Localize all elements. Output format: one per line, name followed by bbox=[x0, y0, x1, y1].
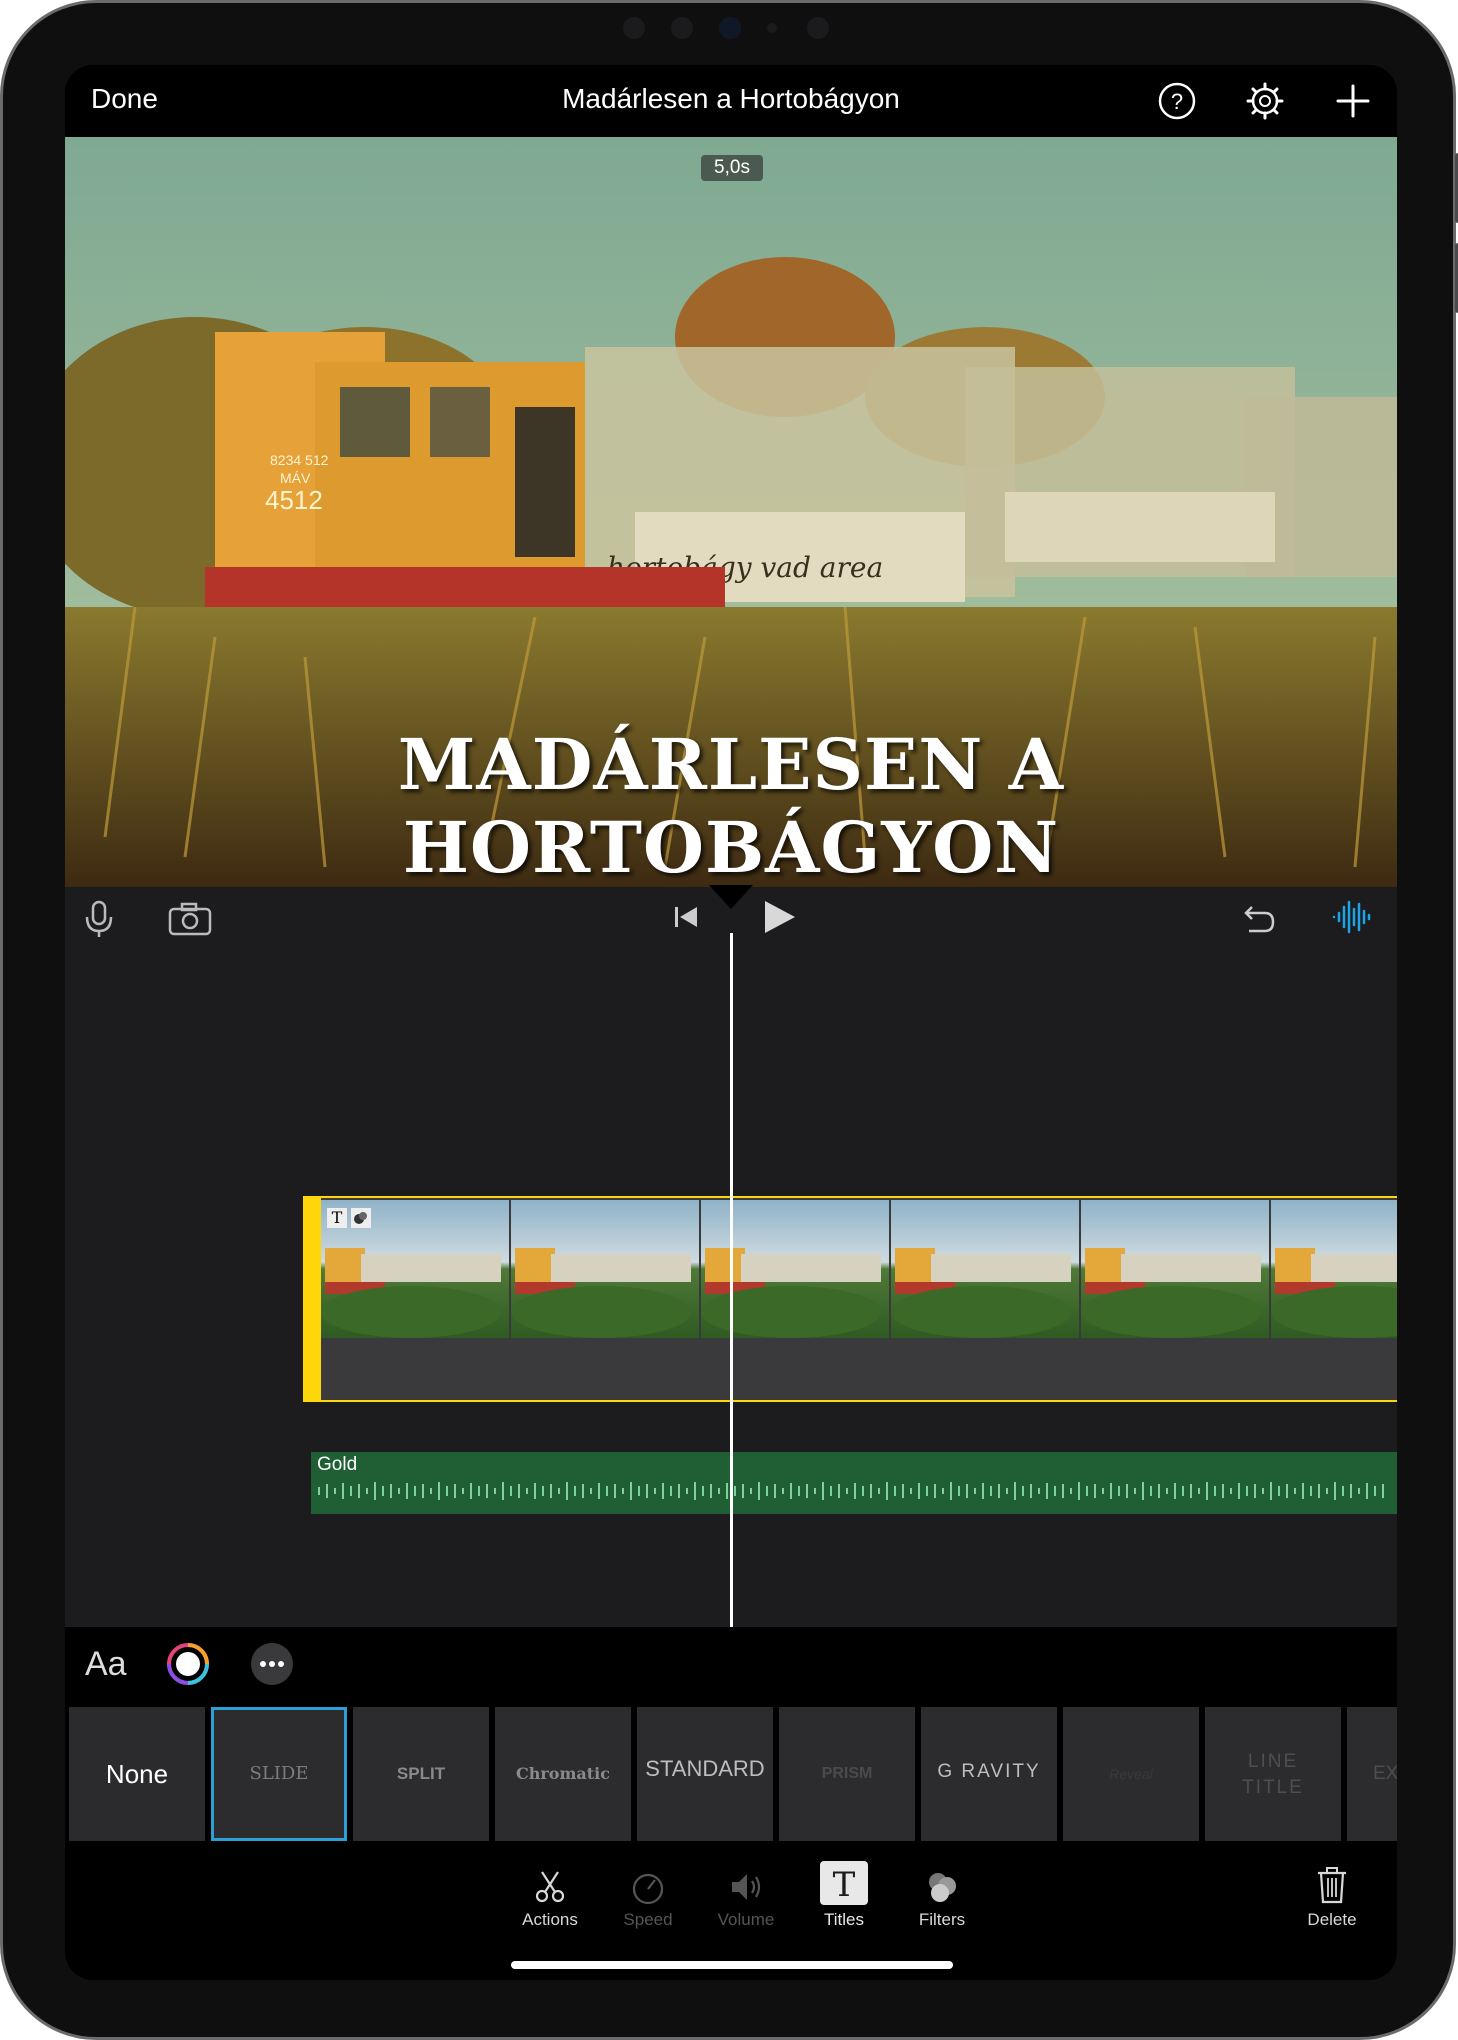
tool-titles-label: Titles bbox=[824, 1910, 864, 1929]
title-style-gravity[interactable]: G RAVITY bbox=[921, 1707, 1057, 1841]
title-style-strip: None SLIDE SPLIT Chromatic STANDARD PRIS… bbox=[65, 1701, 1397, 1841]
timeline-editor[interactable]: T Gold bbox=[65, 885, 1397, 1627]
camera-icon[interactable] bbox=[167, 901, 213, 937]
tool-filters[interactable]: Filters bbox=[897, 1869, 987, 1930]
tool-speed-label: Speed bbox=[623, 1910, 673, 1929]
tool-actions-label: Actions bbox=[522, 1910, 578, 1929]
title-style-prism[interactable]: PRISM bbox=[779, 1707, 915, 1841]
sensor-dot bbox=[623, 17, 645, 39]
audio-track[interactable]: Gold bbox=[311, 1452, 1397, 1514]
home-indicator[interactable] bbox=[511, 1961, 953, 1969]
tool-delete[interactable]: Delete bbox=[1287, 1865, 1377, 1930]
font-button[interactable]: Aa bbox=[85, 1645, 127, 1684]
front-camera bbox=[719, 17, 741, 39]
sensor-dot bbox=[671, 17, 693, 39]
settings-gear-icon[interactable] bbox=[1245, 81, 1285, 121]
trash-icon bbox=[1318, 1867, 1346, 1904]
scissors-icon bbox=[535, 1871, 565, 1903]
svg-text:?: ? bbox=[1171, 89, 1183, 114]
playhead-line[interactable] bbox=[730, 933, 733, 1627]
more-options-icon[interactable] bbox=[249, 1641, 295, 1687]
title-style-split[interactable]: SPLIT bbox=[353, 1707, 489, 1841]
top-navigation-bar: Done Madárlesen a Hortobágyon ? bbox=[65, 65, 1397, 137]
titles-t-icon: T bbox=[820, 1861, 868, 1905]
video-preview[interactable]: hortobágy vad area 8234 512 MÁV 4512 5,0… bbox=[65, 137, 1397, 887]
clip-duration-badge: 5,0s bbox=[701, 155, 763, 181]
microphone-icon[interactable] bbox=[81, 899, 117, 939]
app-screen: Done Madárlesen a Hortobágyon ? hortobág… bbox=[65, 65, 1397, 1980]
clip-trim-handle[interactable] bbox=[305, 1198, 321, 1402]
title-style-chromatic[interactable]: Chromatic bbox=[495, 1707, 631, 1841]
tool-titles[interactable]: T Titles bbox=[799, 1861, 889, 1930]
undo-icon[interactable] bbox=[1237, 899, 1277, 937]
locomotive-mark: MÁV bbox=[280, 470, 311, 486]
title-style-line-title[interactable]: LINE TITLE bbox=[1205, 1707, 1341, 1841]
title-style-standard[interactable]: STANDARD bbox=[637, 1707, 773, 1841]
tool-actions[interactable]: Actions bbox=[505, 1869, 595, 1930]
title-style-slide[interactable]: SLIDE bbox=[211, 1707, 347, 1841]
play-icon[interactable] bbox=[761, 897, 797, 937]
tool-volume[interactable]: Volume bbox=[701, 1869, 791, 1930]
playhead-marker bbox=[709, 885, 753, 909]
title-overlay-text[interactable]: MADÁRLESEN A HORTOBÁGYON bbox=[65, 723, 1397, 887]
sensor-dot bbox=[807, 17, 829, 39]
clip-thumbnails bbox=[321, 1200, 1397, 1338]
ipad-frame: Done Madárlesen a Hortobágyon ? hortobág… bbox=[0, 0, 1458, 2040]
tool-speed[interactable]: Speed bbox=[603, 1869, 693, 1930]
title-style-ex[interactable]: EX bbox=[1347, 1707, 1397, 1841]
audio-waveform-icon[interactable] bbox=[1331, 899, 1375, 935]
speaker-icon bbox=[732, 1874, 761, 1900]
filters-icon bbox=[929, 1873, 956, 1902]
project-title: Madárlesen a Hortobágyon bbox=[562, 83, 900, 114]
audio-track-label: Gold bbox=[317, 1454, 358, 1475]
sensor-dot bbox=[767, 23, 777, 33]
title-style-none[interactable]: None bbox=[69, 1707, 205, 1841]
locomotive-number: 4512 bbox=[265, 485, 323, 515]
locomotive-serial: 8234 512 bbox=[270, 452, 329, 468]
title-badge: T bbox=[327, 1208, 347, 1228]
title-style-reveal[interactable]: Reveal bbox=[1063, 1707, 1199, 1841]
filter-badge-icon bbox=[351, 1208, 371, 1228]
color-wheel-icon[interactable] bbox=[165, 1641, 211, 1687]
help-icon[interactable]: ? bbox=[1157, 81, 1197, 121]
speedometer-icon bbox=[632, 1873, 664, 1905]
bottom-toolbar: Actions Speed Volume T Titles Filters De… bbox=[65, 1841, 1397, 1980]
svg-text:T: T bbox=[833, 1865, 856, 1905]
tool-filters-label: Filters bbox=[918, 1910, 966, 1929]
audio-waveform bbox=[318, 1482, 1384, 1500]
tool-volume-label: Volume bbox=[717, 1910, 775, 1929]
add-plus-icon[interactable] bbox=[1333, 81, 1373, 121]
skip-to-start-icon[interactable] bbox=[671, 901, 701, 933]
title-options-bar: Aa bbox=[65, 1627, 1397, 1701]
tool-delete-label: Delete bbox=[1307, 1910, 1357, 1929]
video-clip[interactable]: T bbox=[303, 1196, 1397, 1402]
